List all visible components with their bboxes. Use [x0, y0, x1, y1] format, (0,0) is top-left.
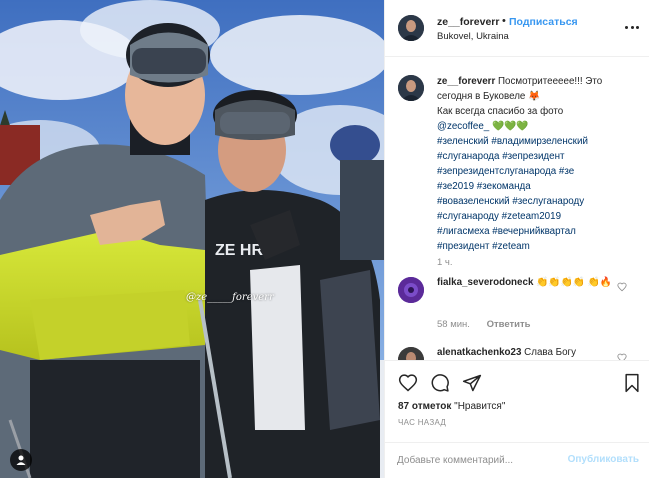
commenter-avatar[interactable]	[398, 277, 424, 303]
profile-photo-icon	[398, 15, 424, 41]
publish-comment-button[interactable]: Опубликовать	[568, 454, 639, 465]
hashtag-line[interactable]: #зепрезидентслуганарода #зе	[437, 164, 637, 179]
like-heart-icon[interactable]	[398, 373, 418, 393]
post-header: ze__foreverr • Подписаться Bukovel, Ukra…	[385, 0, 649, 57]
svg-text:ZE HR: ZE HR	[215, 242, 263, 259]
user-tag-icon	[16, 455, 26, 465]
more-dot	[630, 25, 634, 29]
hashtag-line[interactable]: #слуганарода #зепрезидент	[437, 149, 637, 164]
comment-bubble-icon[interactable]	[430, 373, 450, 393]
comment-text: Слава Богу	[524, 347, 577, 358]
comment-username[interactable]: fialka_severodoneck	[437, 277, 533, 288]
hashtag-line[interactable]: #лигасмеха #вечернийквартал	[437, 224, 637, 239]
comment-input[interactable]	[397, 452, 557, 468]
caption-timestamp[interactable]: 1 ч.	[437, 257, 453, 268]
post-side-panel: ze__foreverr • Подписаться Bukovel, Ukra…	[384, 0, 649, 478]
flower-avatar-icon	[398, 277, 424, 303]
post-photo[interactable]: ZE HR @ze_____foreverr	[0, 0, 384, 478]
photo-watermark: @ze_____foreverr	[186, 292, 274, 303]
caption-line2: Как всегда спасибо за фото	[437, 106, 564, 117]
save-bookmark-icon[interactable]	[623, 373, 641, 393]
post-caption: ze__foreverr Посмотрите​ееее!!! Это сего…	[437, 74, 637, 254]
comments-list[interactable]: ze__foreverr Посмотрите​ееее!!! Это сего…	[385, 57, 649, 360]
header-separator: •	[502, 15, 506, 27]
share-paper-plane-icon[interactable]	[462, 373, 482, 393]
follow-button[interactable]: Подписаться	[509, 16, 578, 28]
caption-mention[interactable]: @zecoffee_	[437, 121, 489, 132]
comment-username[interactable]: alenatkachenko23	[437, 347, 521, 358]
comment-like-heart-icon[interactable]	[617, 353, 627, 360]
reply-button[interactable]: Ответить	[487, 319, 531, 330]
comment-body: alenatkachenko23 Слава Богу	[437, 347, 576, 358]
comment-timestamp[interactable]: 58 мин.	[437, 319, 470, 330]
more-dots-icon	[625, 25, 628, 29]
caption-username[interactable]: ze__foreverr	[437, 76, 495, 87]
hashtag-line[interactable]: #вовазеленский #зеслуганароду	[437, 194, 637, 209]
comment-text: 👏👏👏👏 👏🔥	[536, 277, 613, 288]
likes-label: "Нравится"	[454, 401, 506, 412]
caption-author-avatar[interactable]	[398, 75, 424, 101]
more-options-button[interactable]	[625, 20, 639, 34]
comment-body: fialka_severodoneck 👏👏👏👏 👏🔥	[437, 276, 617, 290]
location-link[interactable]: Bukovel, Ukraina	[437, 31, 509, 42]
author-avatar[interactable]	[398, 15, 424, 41]
instagram-post: ZE HR @ze_____foreverr ze__foreverr • По…	[0, 0, 649, 478]
comment-meta: 58 мин. Ответить	[437, 319, 530, 330]
hashtag-line[interactable]: #слуганароду #zeteam2019	[437, 209, 637, 224]
commenter-avatar[interactable]	[398, 347, 424, 360]
profile-photo-icon	[398, 347, 424, 360]
photo-image: ZE HR	[0, 0, 384, 478]
more-dot	[636, 25, 639, 29]
add-comment-form: Опубликовать	[385, 442, 649, 478]
post-date[interactable]: час назад	[398, 418, 446, 427]
comment-like-heart-icon[interactable]	[617, 282, 627, 292]
likes-count[interactable]: 87 отметок "Нравится"	[398, 401, 505, 412]
caption-mention-suffix: 💚💚💚	[489, 121, 529, 132]
hashtag-line[interactable]: #зеленский #владимирзеленский	[437, 134, 637, 149]
profile-photo-icon	[398, 75, 424, 101]
likes-number: 87 отметок	[398, 401, 452, 412]
hashtag-line[interactable]: #зе2019 #зекоманда	[437, 179, 637, 194]
tagged-users-button[interactable]	[10, 449, 32, 471]
author-username[interactable]: ze__foreverr	[437, 16, 499, 28]
hashtag-line[interactable]: #президент #zeteam	[437, 239, 637, 254]
